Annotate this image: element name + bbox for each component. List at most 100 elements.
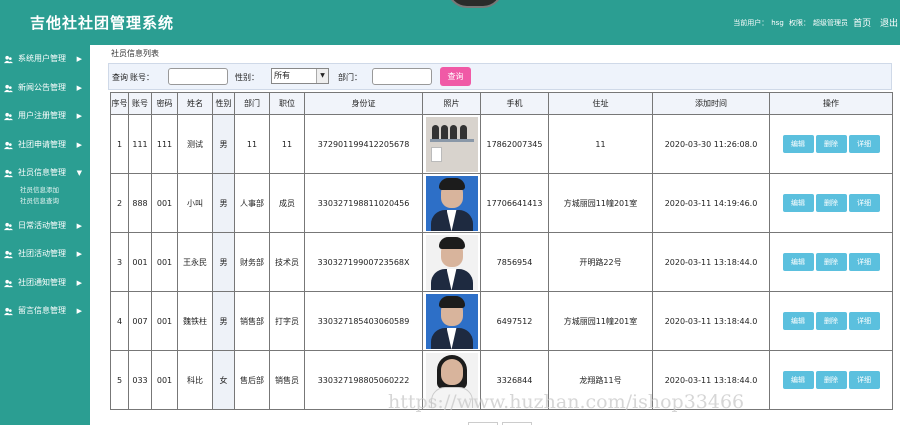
app-title: 吉他社社团管理系统: [30, 14, 175, 32]
delete-button[interactable]: 删除: [815, 312, 847, 330]
detail-button[interactable]: 详细: [848, 312, 880, 330]
sidebar-item-club-application[interactable]: 社团申请管理 ▶: [0, 131, 90, 160]
delete-button[interactable]: 删除: [815, 194, 847, 212]
column-header: 密码: [151, 92, 178, 115]
cell-actions: 编辑 删除 详细: [769, 173, 893, 233]
cell-address: 11: [548, 114, 653, 174]
cell-gender: 男: [212, 173, 235, 233]
edit-button[interactable]: 编辑: [782, 371, 814, 389]
main-content: 社员信息列表 查询 账号： 性别： 所有 ▼ 部门： 查询 序号 账号 密码 姓…: [108, 45, 893, 410]
edit-button[interactable]: 编辑: [782, 135, 814, 153]
male-portrait: [425, 175, 478, 231]
edit-button[interactable]: 编辑: [782, 312, 814, 330]
cell-id-card: 330327198811020456: [304, 173, 423, 233]
gender-label: 性别：: [235, 73, 259, 82]
cell-name: 王永民: [177, 232, 213, 292]
table-row: 5 033 001 科比 女 售后部 销售员 33032719880506022…: [110, 350, 893, 410]
cell-password: 001: [151, 173, 178, 233]
column-header: 职位: [269, 92, 305, 115]
cell-dept: 11: [234, 114, 270, 174]
delete-button[interactable]: 删除: [815, 135, 847, 153]
table-header-row: 序号 账号 密码 姓名 性别 部门 职位 身份证 照片 手机 住址 添加时间 操…: [110, 92, 893, 115]
chevron-right-icon: ▶: [76, 55, 82, 63]
search-button[interactable]: 查询: [440, 67, 471, 86]
cell-actions: 编辑 删除 详细: [769, 291, 893, 351]
sidebar-item-daily-activity[interactable]: 日常活动管理 ▶: [0, 212, 90, 241]
cell-password: 001: [151, 291, 178, 351]
top-nav: 首页 退出: [847, 16, 898, 29]
cell-no: 2: [110, 173, 129, 233]
chevron-right-icon: ▶: [76, 112, 82, 120]
male-portrait: [425, 293, 478, 349]
cell-photo: [422, 350, 481, 410]
cell-phone: 7856954: [480, 232, 549, 292]
cell-actions: 编辑 删除 详细: [769, 114, 893, 174]
sidebar-item-club-notice[interactable]: 社团通知管理 ▶: [0, 269, 90, 298]
cell-phone: 17706641413: [480, 173, 549, 233]
sidebar-item-system-users[interactable]: 系统用户管理 ▶: [0, 45, 90, 74]
delete-button[interactable]: 删除: [815, 253, 847, 271]
chevron-right-icon: ▶: [76, 250, 82, 258]
cell-added-time: 2020-03-11 14:19:46.0: [652, 173, 770, 233]
sidebar-item-club-activity[interactable]: 社团活动管理 ▶: [0, 240, 90, 269]
cell-dept: 人事部: [234, 173, 270, 233]
column-header: 账号: [128, 92, 152, 115]
home-link[interactable]: 首页: [853, 19, 871, 29]
search-bar: 查询 账号： 性别： 所有 ▼ 部门： 查询: [108, 63, 892, 90]
current-user-label: 当前用户：: [733, 19, 769, 27]
logout-link[interactable]: 退出: [880, 19, 898, 29]
sidebar-item-label: 社团通知管理: [18, 277, 66, 287]
cell-position: 打字员: [269, 291, 305, 351]
column-header: 序号: [110, 92, 129, 115]
detail-button[interactable]: 详细: [848, 194, 880, 212]
delete-button[interactable]: 删除: [815, 371, 847, 389]
sidebar-item-registration[interactable]: 用户注册管理 ▶: [0, 102, 90, 131]
cell-name: 小叫: [177, 173, 213, 233]
user-group-icon: [4, 169, 13, 178]
user-group-icon: [4, 141, 13, 149]
detail-button[interactable]: 详细: [848, 135, 880, 153]
table-row: 4 007 001 魏铁柱 男 销售部 打字员 3303271854030605…: [110, 291, 893, 351]
cell-photo: [422, 291, 481, 351]
cell-gender: 男: [212, 291, 235, 351]
chevron-right-icon: ▶: [76, 278, 82, 287]
department-input[interactable]: [372, 68, 432, 85]
cell-password: 001: [151, 350, 178, 410]
cell-position: 销售员: [269, 350, 305, 410]
sidebar-item-messages[interactable]: 留言信息管理 ▶: [0, 297, 90, 326]
pagination: [468, 421, 536, 425]
role-label: 权限：: [789, 19, 810, 27]
sidebar-item-label: 日常活动管理: [18, 220, 66, 230]
cell-id-card: 372901199412205678: [304, 114, 423, 174]
cell-name: 测试: [177, 114, 213, 174]
sidebar-item-label: 新闻公告管理: [18, 82, 66, 92]
edit-button[interactable]: 编辑: [782, 194, 814, 212]
cell-address: 开明路22号: [548, 232, 653, 292]
sidebar-item-member-info[interactable]: 社员信息管理 ▼: [0, 159, 90, 188]
chevron-down-icon: ▼: [76, 169, 82, 177]
user-group-icon: [4, 222, 13, 230]
cell-position: 11: [269, 114, 305, 174]
column-header: 姓名: [177, 92, 213, 115]
sidebar-item-news[interactable]: 新闻公告管理 ▶: [0, 74, 90, 103]
detail-button[interactable]: 详细: [848, 253, 880, 271]
logo-icon: [447, 0, 503, 8]
edit-button[interactable]: 编辑: [782, 253, 814, 271]
cell-name: 科比: [177, 350, 213, 410]
user-group-icon: [4, 84, 13, 92]
cell-actions: 编辑 删除 详细: [769, 350, 893, 410]
account-input[interactable]: [168, 68, 228, 85]
cell-address: 方城丽园11幢201室: [548, 173, 653, 233]
column-header: 照片: [422, 92, 481, 115]
cell-photo: [422, 114, 481, 174]
member-table: 序号 账号 密码 姓名 性别 部门 职位 身份证 照片 手机 住址 添加时间 操…: [110, 92, 893, 410]
cell-phone: 17862007345: [480, 114, 549, 174]
gender-select[interactable]: 所有 ▼: [271, 68, 329, 84]
chevron-down-icon: ▼: [316, 69, 328, 83]
chevron-right-icon: ▶: [76, 221, 82, 230]
detail-button[interactable]: 详细: [848, 371, 880, 389]
query-label: 查询: [112, 73, 128, 82]
cell-gender: 男: [212, 232, 235, 292]
sidebar-subitem-member-query[interactable]: 社员信息查询: [0, 196, 90, 207]
cell-photo: [422, 173, 481, 233]
